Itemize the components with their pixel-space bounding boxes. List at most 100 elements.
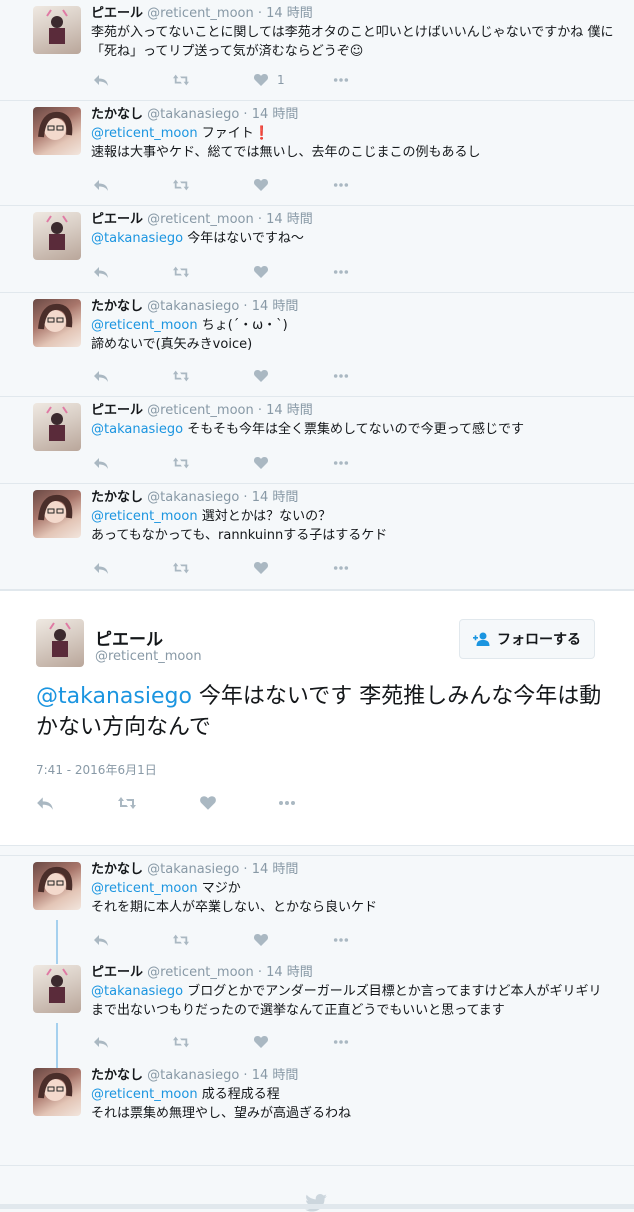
avatar[interactable]: [33, 299, 81, 347]
avatar[interactable]: [33, 490, 81, 538]
mention-link[interactable]: @takanasiego: [91, 984, 183, 999]
more-icon[interactable]: [333, 558, 349, 578]
mention-link[interactable]: @reticent_moon: [91, 126, 198, 141]
avatar[interactable]: [33, 403, 81, 451]
reply-icon[interactable]: [93, 262, 109, 282]
reply-icon[interactable]: [93, 175, 109, 195]
more-icon[interactable]: [333, 1032, 349, 1052]
author-handle[interactable]: @reticent_moon: [147, 6, 254, 21]
author-name[interactable]: ピエール: [91, 965, 143, 980]
author-name[interactable]: ピエール: [91, 212, 143, 227]
tweet-time[interactable]: 14 時間: [266, 403, 313, 418]
tweet-actions: [36, 793, 316, 813]
thread-connector: [56, 1023, 58, 1068]
author-handle[interactable]: @takanasiego: [147, 490, 239, 505]
retweet-icon[interactable]: [173, 558, 189, 578]
heart-icon[interactable]: [253, 930, 269, 950]
reply-tweet[interactable]: たかなし @takanasiego · 14 時間 @reticent_moon…: [0, 1062, 634, 1166]
tweet-time[interactable]: 14 時間: [266, 6, 313, 21]
more-icon[interactable]: [333, 366, 349, 386]
tweet[interactable]: ピエール @reticent_moon · 14 時間 @takanasiego…: [0, 397, 634, 484]
avatar[interactable]: [33, 107, 81, 155]
tweet-time[interactable]: 14 時間: [252, 107, 299, 122]
reply-icon[interactable]: [93, 558, 109, 578]
author-name[interactable]: ピエール: [91, 6, 143, 21]
reply-icon[interactable]: [93, 453, 109, 473]
more-icon[interactable]: [333, 930, 349, 950]
avatar[interactable]: [33, 965, 81, 1013]
author-name[interactable]: たかなし: [91, 107, 143, 122]
mention-link[interactable]: @takanasiego: [36, 684, 192, 709]
more-icon[interactable]: [333, 70, 349, 90]
retweet-icon[interactable]: [173, 1032, 189, 1052]
reply-icon[interactable]: [93, 930, 109, 950]
reply-icon[interactable]: [36, 793, 54, 813]
tweet-time[interactable]: 14 時間: [266, 212, 313, 227]
mention-link[interactable]: @reticent_moon: [91, 881, 198, 896]
author-handle[interactable]: @takanasiego: [147, 862, 239, 877]
author-handle[interactable]: @reticent_moon: [147, 403, 254, 418]
tweet[interactable]: たかなし @takanasiego · 14 時間 @reticent_moon…: [0, 484, 634, 590]
author-handle[interactable]: @reticent_moon: [147, 965, 254, 980]
tweet-time[interactable]: 14 時間: [252, 490, 299, 505]
avatar[interactable]: [33, 6, 81, 54]
tweet-time[interactable]: 14 時間: [252, 299, 299, 314]
mention-link[interactable]: @reticent_moon: [91, 1087, 198, 1102]
author-handle[interactable]: @takanasiego: [147, 299, 239, 314]
reply-icon[interactable]: [93, 70, 109, 90]
tweet-text: @takanasiego 今年はないです 李苑推しみんな今年は動かない方向なんで: [36, 684, 602, 740]
reply-icon[interactable]: [93, 366, 109, 386]
avatar[interactable]: [33, 1068, 81, 1116]
author-name[interactable]: たかなし: [91, 862, 143, 877]
author-name[interactable]: たかなし: [91, 299, 143, 314]
like-button[interactable]: 1: [253, 70, 285, 90]
retweet-icon[interactable]: [173, 453, 189, 473]
follow-button[interactable]: フォローする: [459, 619, 595, 659]
heart-icon[interactable]: [253, 453, 269, 473]
author-handle[interactable]: @takanasiego: [147, 107, 239, 122]
author-name[interactable]: たかなし: [91, 490, 143, 505]
heart-icon[interactable]: [253, 366, 269, 386]
heart-icon[interactable]: [253, 1032, 269, 1052]
more-icon[interactable]: [333, 175, 349, 195]
retweet-icon[interactable]: [173, 366, 189, 386]
author-handle[interactable]: @reticent_moon: [95, 649, 202, 664]
author-name[interactable]: たかなし: [91, 1068, 143, 1083]
tweet[interactable]: ピエール @reticent_moon · 14 時間 李苑が入ってないことに関…: [0, 0, 634, 101]
retweet-icon[interactable]: [118, 793, 136, 813]
tweet-timestamp[interactable]: 7:41 - 2016年6月1日: [36, 761, 157, 778]
heart-icon[interactable]: [253, 175, 269, 195]
mention-link[interactable]: @reticent_moon: [91, 318, 198, 333]
mention-link[interactable]: @takanasiego: [91, 231, 183, 246]
avatar[interactable]: [33, 212, 81, 260]
tweet-time[interactable]: 14 時間: [252, 862, 299, 877]
retweet-icon[interactable]: [173, 70, 189, 90]
mention-link[interactable]: @reticent_moon: [91, 509, 198, 524]
retweet-icon[interactable]: [173, 262, 189, 282]
heart-icon[interactable]: [199, 793, 217, 813]
avatar[interactable]: [36, 619, 84, 667]
retweet-icon[interactable]: [173, 930, 189, 950]
reply-tweet[interactable]: ピエール @reticent_moon · 14 時間 @takanasiego…: [0, 959, 634, 1062]
tweet-actions: [93, 1032, 373, 1052]
more-icon[interactable]: [333, 453, 349, 473]
heart-icon[interactable]: [253, 558, 269, 578]
mention-link[interactable]: @takanasiego: [91, 422, 183, 437]
more-icon[interactable]: [333, 262, 349, 282]
avatar[interactable]: [33, 862, 81, 910]
author-handle[interactable]: @reticent_moon: [147, 212, 254, 227]
tweet-time[interactable]: 14 時間: [266, 965, 313, 980]
tweet[interactable]: ピエール @reticent_moon · 14 時間 @takanasiego…: [0, 206, 634, 293]
author-name[interactable]: ピエール: [95, 625, 163, 650]
tweet-time[interactable]: 14 時間: [252, 1068, 299, 1083]
heart-icon[interactable]: [253, 262, 269, 282]
author-name[interactable]: ピエール: [91, 403, 143, 418]
tweet[interactable]: たかなし @takanasiego · 14 時間 @reticent_moon…: [0, 101, 634, 206]
tweet-actions: [93, 558, 373, 578]
author-handle[interactable]: @takanasiego: [147, 1068, 239, 1083]
reply-tweet[interactable]: たかなし @takanasiego · 14 時間 @reticent_moon…: [0, 855, 634, 959]
more-icon[interactable]: [278, 793, 296, 813]
reply-icon[interactable]: [93, 1032, 109, 1052]
retweet-icon[interactable]: [173, 175, 189, 195]
tweet[interactable]: たかなし @takanasiego · 14 時間 @reticent_moon…: [0, 293, 634, 397]
